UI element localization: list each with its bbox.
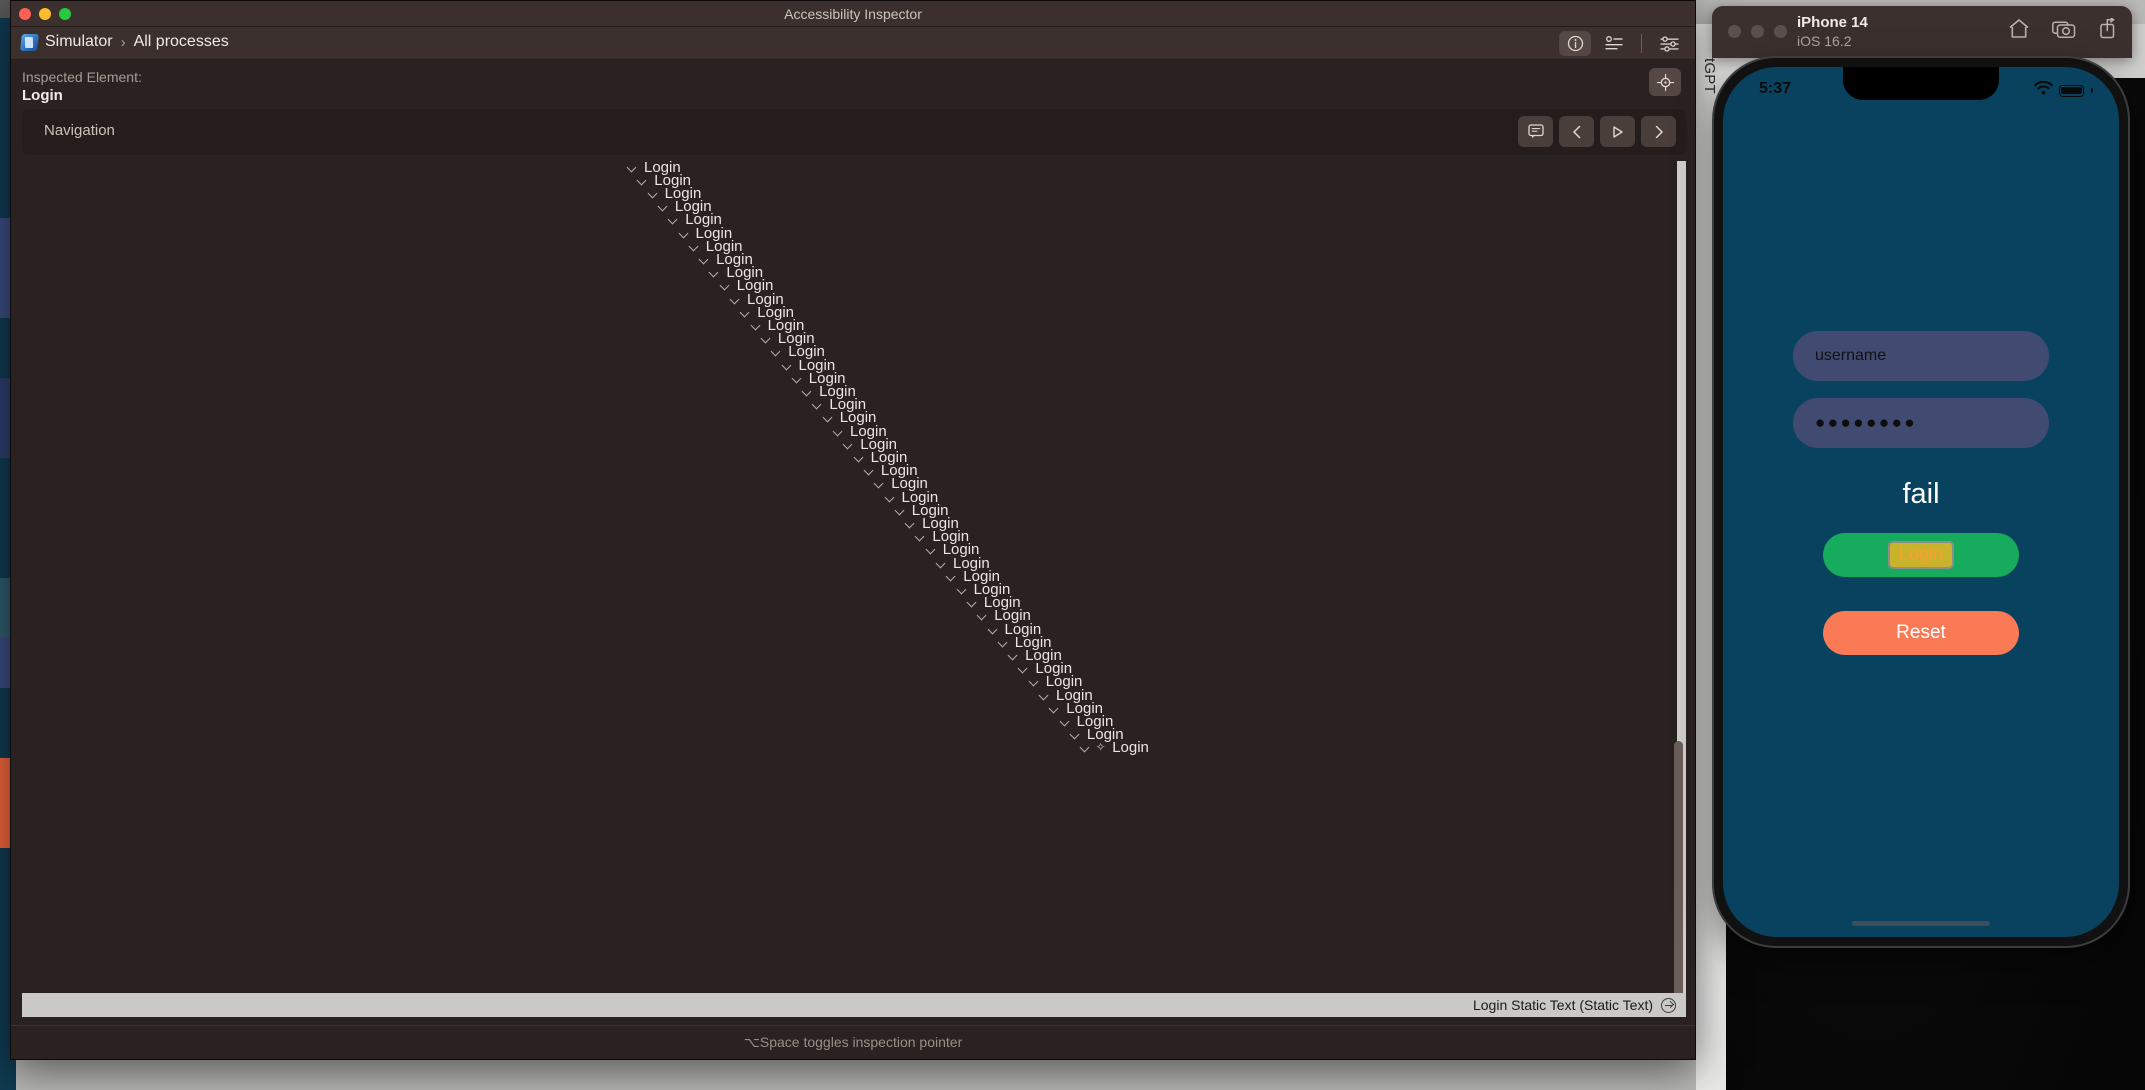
process-scope-label[interactable]: All processes (134, 33, 229, 51)
simulator-os-version: iOS 16.2 (1797, 33, 1852, 49)
simulator-window[interactable]: iPhone 14 iOS 16.2 5:37 username ●●●●●●●… (1712, 6, 2132, 946)
share-export-icon[interactable] (2098, 16, 2118, 44)
play-button[interactable] (1600, 116, 1635, 147)
app-name-label[interactable]: Simulator (45, 33, 113, 51)
accessibility-tree[interactable]: Login Login Login Login Login Login Login Login… (22, 161, 1686, 993)
tree-vertical-scroll-track[interactable] (1672, 161, 1686, 993)
tree-row[interactable]: ✧ Login (1080, 739, 1149, 757)
speech-bubble-button[interactable] (1518, 116, 1553, 147)
password-input[interactable]: ●●●●●●●● (1793, 398, 2049, 448)
window-titlebar[interactable]: Accessibility Inspector (11, 1, 1695, 27)
inspector-toolbar: Simulator › All processes (11, 27, 1695, 60)
login-button[interactable]: Login (1823, 533, 2019, 577)
cellular-dots-icon (2010, 89, 2028, 92)
leaf-marker-icon: ✧ (1095, 740, 1106, 755)
navigation-bar: Navigation (22, 109, 1686, 155)
status-bar-time: 5:37 (1759, 80, 1792, 97)
simulator-toolbar-icons (2008, 16, 2118, 44)
battery-cap-icon (2091, 88, 2093, 93)
circle-arrow-right-icon[interactable] (1661, 997, 1676, 1013)
simulator-app-icon (20, 33, 39, 51)
crosshair-target-icon[interactable] (1649, 68, 1681, 96)
inspector-footer: ⌥Space toggles inspection pointer (11, 1025, 1695, 1059)
breadcrumb-separator: › (120, 33, 126, 51)
accessibility-inspector-window[interactable]: Accessibility Inspector Simulator › All … (10, 0, 1696, 1060)
previous-button[interactable] (1559, 116, 1594, 147)
simulator-titlebar[interactable]: iPhone 14 iOS 16.2 (1712, 6, 2132, 58)
status-bar-indicators (2010, 80, 2093, 100)
footer-hint: ⌥Space toggles inspection pointer (743, 1034, 963, 1050)
reset-button[interactable]: Reset (1823, 611, 2019, 655)
target-app-breadcrumb[interactable]: Simulator › All processes (20, 33, 229, 51)
username-input[interactable]: username (1793, 331, 2049, 381)
next-button[interactable] (1641, 116, 1676, 147)
simulator-traffic-lights[interactable] (1728, 25, 1787, 38)
tree-vertical-scrollbar[interactable] (1674, 741, 1683, 993)
simulator-device-name: iPhone 14 (1797, 14, 1868, 31)
tree-row-label: Login (1112, 739, 1149, 757)
password-value: ●●●●●●●● (1815, 413, 1918, 432)
element-status-bar: Login Static Text (Static Text) (22, 993, 1686, 1017)
list-detail-icon[interactable] (1598, 31, 1630, 56)
login-button-label[interactable]: Login (1887, 541, 1955, 569)
ios-status-bar: 5:37 (1723, 67, 2119, 113)
status-element-description: Login Static Text (Static Text) (1472, 997, 1653, 1013)
simulator-device-frame: 5:37 username ●●●●●●●● fail Login Reset (1714, 58, 2128, 946)
inspected-element-label: Inspected Element: (22, 69, 142, 85)
simulator-zoom-button[interactable] (1774, 25, 1787, 38)
simulator-minimize-button[interactable] (1751, 25, 1764, 38)
simulator-close-button[interactable] (1728, 25, 1741, 38)
navigation-controls (1518, 116, 1676, 147)
window-title: Accessibility Inspector (784, 6, 922, 22)
screenshot-camera-icon[interactable] (2052, 19, 2076, 44)
toolbar-divider (1641, 34, 1642, 53)
simulator-screen[interactable]: 5:37 username ●●●●●●●● fail Login Reset (1723, 67, 2119, 937)
navigation-title: Navigation (44, 122, 115, 139)
settings-sliders-icon[interactable] (1653, 31, 1685, 56)
chevron-down-icon[interactable] (1080, 742, 1091, 753)
battery-icon (2059, 84, 2084, 97)
inspected-element-value: Login (22, 87, 63, 104)
login-status-message: fail (1902, 478, 1940, 510)
wifi-icon (2034, 80, 2053, 100)
toolbar-right-controls (1559, 31, 1685, 56)
info-icon[interactable] (1559, 31, 1591, 56)
home-icon[interactable] (2008, 18, 2030, 44)
username-value: username (1815, 347, 1887, 364)
inspected-element-panel: Inspected Element: Login (11, 60, 1695, 116)
login-app-content: username ●●●●●●●● fail Login Reset (1723, 113, 2119, 937)
home-indicator (1852, 921, 1990, 926)
